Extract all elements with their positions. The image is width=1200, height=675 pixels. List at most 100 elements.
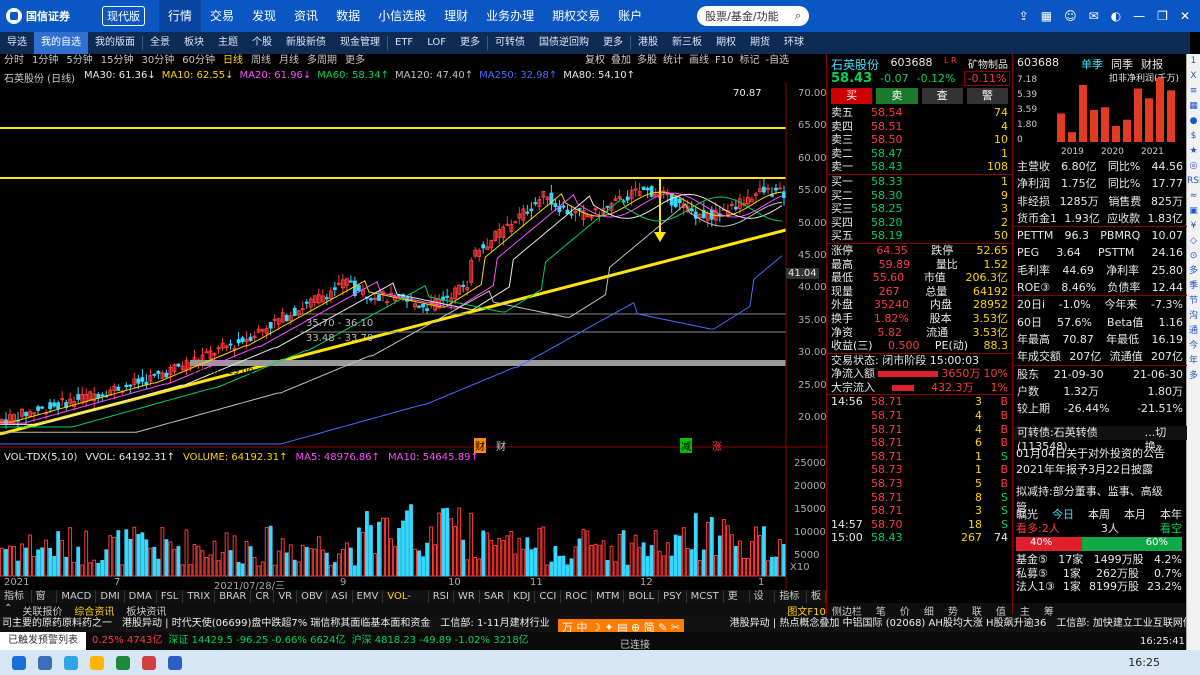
tool-my-layout[interactable]: 我的版面 bbox=[88, 32, 142, 54]
buy-button[interactable]: 买 bbox=[831, 88, 873, 104]
menu-xuangu[interactable]: 小信选股 bbox=[369, 0, 435, 32]
tab-f10[interactable]: 图文F10 bbox=[787, 603, 825, 618]
tool-xianjin[interactable]: 现金管理 bbox=[333, 32, 387, 54]
side-strip-item[interactable]: 沟 bbox=[1187, 309, 1200, 324]
indicator-tab[interactable]: RSI bbox=[429, 590, 454, 603]
tool-xingu[interactable]: 新股新债 bbox=[279, 32, 333, 54]
grid-icon[interactable]: ▦ bbox=[1041, 9, 1052, 23]
indicator-tab[interactable]: VOL-TDX bbox=[383, 590, 429, 615]
ticker-item[interactable]: 工信部: 加快建立工业互联网仿 bbox=[1056, 616, 1186, 632]
tab-same-quarter[interactable]: 同季 bbox=[1111, 56, 1133, 71]
indicator-tab[interactable]: EMV bbox=[353, 590, 384, 603]
index-item[interactable]: 深证 14429.5 -96.25 -0.66% 6624亿 bbox=[168, 632, 345, 650]
period-30m[interactable]: 30分钟 bbox=[141, 54, 174, 68]
indicator-tab[interactable]: KDJ bbox=[509, 590, 536, 603]
indicator-tab[interactable]: MTM bbox=[592, 590, 625, 603]
search-task-icon[interactable] bbox=[38, 655, 52, 670]
start-icon[interactable] bbox=[12, 655, 26, 670]
index-item[interactable]: 沪深 4818.23 -49.89 -1.02% 3218亿 bbox=[352, 632, 529, 650]
tool-diejia[interactable]: 叠加 bbox=[611, 54, 631, 68]
ticker-item[interactable]: 工信部: 1-11月建材行业 bbox=[440, 616, 549, 632]
event-mark-2[interactable]: 财 bbox=[496, 438, 506, 453]
tool-qihuo[interactable]: 期货 bbox=[743, 32, 777, 54]
indicator-tab[interactable]: WR bbox=[454, 590, 480, 603]
menu-hangqing[interactable]: 行情 bbox=[159, 0, 202, 32]
ticker-item[interactable]: 港股异动 | 时代天使(06699)盘中跌超7% 瑞信称其面临基本面和资金 bbox=[122, 616, 430, 632]
period-15m[interactable]: 15分钟 bbox=[101, 54, 134, 68]
tool-f10[interactable]: F10 bbox=[715, 54, 733, 68]
restore-icon[interactable]: ❐ bbox=[1157, 9, 1168, 23]
alert-list[interactable]: 已触发预警列表 bbox=[0, 632, 86, 650]
app-icon-1[interactable] bbox=[116, 655, 130, 670]
indicator-tab[interactable]: CR bbox=[251, 590, 275, 603]
side-strip-item[interactable]: ▦ bbox=[1187, 99, 1200, 114]
indicator-tab[interactable]: 指标A bbox=[0, 590, 32, 615]
conv-bond[interactable]: 可转债:石英转债(113548) bbox=[1017, 426, 1145, 453]
side-strip-item[interactable]: $ bbox=[1187, 129, 1200, 144]
tool-xinsanban[interactable]: 新三板 bbox=[665, 32, 709, 54]
side-strip-item[interactable]: 年 bbox=[1187, 354, 1200, 369]
indicator-tab-right[interactable]: 指标B bbox=[775, 590, 807, 615]
indicator-tab[interactable]: BRAR bbox=[215, 590, 252, 603]
tool-qiquan[interactable]: 期权 bbox=[709, 32, 743, 54]
period-weekly[interactable]: 周线 bbox=[251, 54, 271, 68]
version-button[interactable]: 现代版 bbox=[102, 6, 145, 26]
tab-sector-news[interactable]: 板块资讯 bbox=[120, 603, 172, 618]
period-multi[interactable]: 多周期 bbox=[307, 54, 337, 68]
indicator-tab[interactable]: 设置 bbox=[750, 590, 776, 615]
side-strip-item[interactable]: 今 bbox=[1187, 339, 1200, 354]
indicator-tab[interactable]: 窗口 bbox=[32, 590, 58, 615]
side-strip-item[interactable]: 节 bbox=[1187, 294, 1200, 309]
tab-report[interactable]: 财报 bbox=[1141, 56, 1163, 71]
tab-related-quotes[interactable]: 关联报价 bbox=[16, 603, 68, 618]
tool-zhuti[interactable]: 主题 bbox=[211, 32, 245, 54]
upload-icon[interactable]: ⇪ bbox=[1019, 9, 1029, 23]
ticker-item[interactable]: 司主要的原药原料药之一 bbox=[2, 616, 112, 632]
menu-zixun[interactable]: 资讯 bbox=[285, 0, 327, 32]
tool-fuquan[interactable]: 复权 bbox=[585, 54, 605, 68]
query-button[interactable]: 查 bbox=[921, 88, 963, 104]
tool-gegu[interactable]: 个股 bbox=[245, 32, 279, 54]
menu-shuju[interactable]: 数据 bbox=[327, 0, 369, 32]
tool-biaoji[interactable]: 标记 bbox=[739, 54, 759, 68]
user-icon[interactable]: ☺ bbox=[1064, 9, 1077, 23]
menu-yewu[interactable]: 业务办理 bbox=[477, 0, 543, 32]
kline-chart[interactable] bbox=[0, 82, 826, 590]
side-strip-item[interactable]: 季 bbox=[1187, 279, 1200, 294]
indicator-tab[interactable]: VR bbox=[274, 590, 298, 603]
period-5m[interactable]: 5分钟 bbox=[66, 54, 92, 68]
side-strip-item[interactable]: ⊙ bbox=[1187, 249, 1200, 264]
indicator-tab[interactable]: DMI bbox=[96, 590, 125, 603]
side-strip-item[interactable]: ▣ bbox=[1187, 204, 1200, 219]
event-mark-3[interactable]: 减 bbox=[680, 438, 692, 453]
side-strip-item[interactable]: 1 bbox=[1187, 54, 1200, 69]
menu-jiaoyi[interactable]: 交易 bbox=[201, 0, 243, 32]
ticker-item[interactable]: 港股异动 | 热点概念叠加 中铝国际 (02068) AH股均大涨 H股飙升逾3… bbox=[730, 616, 1047, 632]
tool-quanjing[interactable]: 全景 bbox=[143, 32, 177, 54]
tool-huaxian[interactable]: 画线 bbox=[689, 54, 709, 68]
browser-icon[interactable] bbox=[64, 655, 78, 670]
app-icon-2[interactable] bbox=[142, 655, 156, 670]
period-60m[interactable]: 60分钟 bbox=[182, 54, 215, 68]
close-icon[interactable]: ✕ bbox=[1180, 9, 1190, 23]
side-strip-item[interactable]: RSI bbox=[1187, 174, 1200, 189]
period-1m[interactable]: 1分钟 bbox=[32, 54, 58, 68]
period-monthly[interactable]: 月线 bbox=[279, 54, 299, 68]
tool-etf[interactable]: ETF bbox=[388, 32, 420, 54]
tool-my-watchlist[interactable]: 我的自选 bbox=[34, 32, 88, 54]
menu-faxian[interactable]: 发现 bbox=[243, 0, 285, 32]
indicator-tab[interactable]: ROC bbox=[561, 590, 593, 603]
tool-daoxuan[interactable]: 导选 bbox=[0, 32, 34, 54]
period-daily[interactable]: 日线 bbox=[223, 54, 243, 68]
tab-today[interactable]: 今日 bbox=[1052, 508, 1074, 522]
indicator-tab[interactable]: MACD bbox=[57, 590, 97, 603]
tool-tongji[interactable]: 统计 bbox=[663, 54, 683, 68]
indicator-tab[interactable]: TRIX bbox=[183, 590, 216, 603]
tab-week[interactable]: 本周 bbox=[1088, 508, 1110, 522]
side-strip-item[interactable]: 通 bbox=[1187, 324, 1200, 339]
profit-chart[interactable]: 7.18 5.39 3.59 1.80 0 2019 2020 2021 bbox=[1013, 72, 1187, 158]
indicator-tab[interactable]: 更多 bbox=[724, 590, 750, 615]
search-input[interactable]: 股票/基金/功能 ⌕ bbox=[697, 6, 810, 26]
menu-licai[interactable]: 理财 bbox=[435, 0, 477, 32]
event-mark-1[interactable]: 财 bbox=[474, 438, 486, 453]
